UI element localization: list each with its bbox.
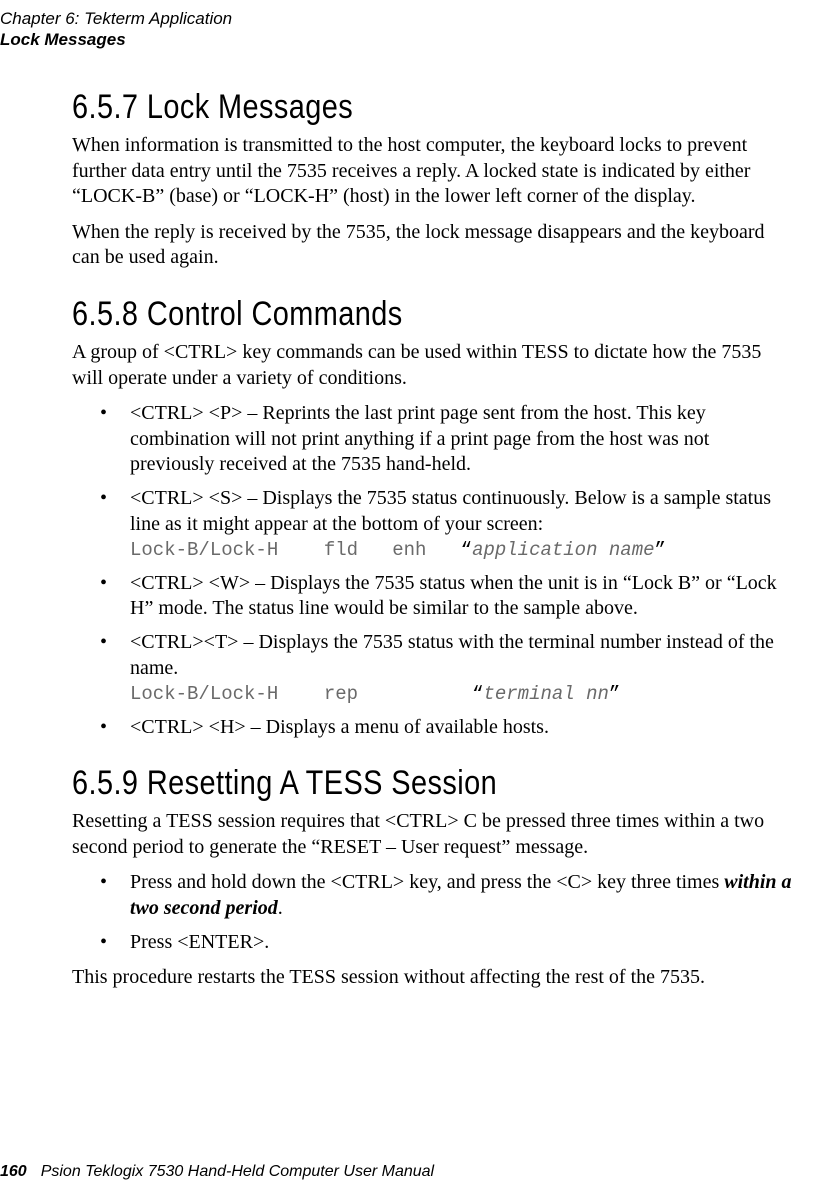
bullet-list: Press and hold down the <CTRL> key, and … [100, 870, 792, 955]
body-content: 6.5.7 Lock Messages When information is … [72, 78, 792, 1001]
heading-6-5-8: 6.5.8 Control Commands [72, 295, 684, 334]
paragraph: When information is transmitted to the h… [72, 133, 792, 210]
header-topic: Lock Messages [0, 29, 232, 50]
heading-6-5-7: 6.5.7 Lock Messages [72, 88, 684, 127]
list-item-text: <CTRL> <S> – Displays the 7535 status co… [130, 487, 771, 535]
paragraph: When the reply is received by the 7535, … [72, 220, 792, 271]
list-item-text: <CTRL><T> – Displays the 7535 status wit… [130, 631, 774, 679]
footer-title: Psion Teklogix 7530 Hand-Held Computer U… [41, 1163, 434, 1180]
list-item: Press <ENTER>. [100, 930, 792, 956]
code-line: Lock-B/Lock-H rep “terminal nn” [130, 683, 620, 705]
page-number: 160 [0, 1163, 27, 1180]
chapter-label: Chapter 6: Tekterm Application [0, 8, 232, 29]
list-item: <CTRL> <W> – Displays the 7535 status wh… [100, 571, 792, 622]
list-item: <CTRL><T> – Displays the 7535 status wit… [100, 630, 792, 707]
page: Chapter 6: Tekterm Application Lock Mess… [0, 0, 827, 1197]
bullet-list: <CTRL> <P> – Reprints the last print pag… [100, 401, 792, 740]
list-item: <CTRL> <P> – Reprints the last print pag… [100, 401, 792, 478]
paragraph: Resetting a TESS session requires that <… [72, 809, 792, 860]
code-line: Lock-B/Lock-H fld enh “application name” [130, 539, 666, 561]
list-item: Press and hold down the <CTRL> key, and … [100, 870, 792, 921]
heading-6-5-9: 6.5.9 Resetting A TESS Session [72, 764, 684, 803]
running-header: Chapter 6: Tekterm Application Lock Mess… [0, 8, 232, 51]
list-item: <CTRL> <H> – Displays a menu of availabl… [100, 715, 792, 741]
paragraph: This procedure restarts the TESS session… [72, 965, 792, 991]
paragraph: A group of <CTRL> key commands can be us… [72, 340, 792, 391]
list-item-text-suffix: . [278, 897, 283, 919]
list-item-text-prefix: Press and hold down the <CTRL> key, and … [130, 871, 724, 893]
page-footer: 160 Psion Teklogix 7530 Hand-Held Compute… [0, 1163, 434, 1181]
list-item: <CTRL> <S> – Displays the 7535 status co… [100, 486, 792, 563]
